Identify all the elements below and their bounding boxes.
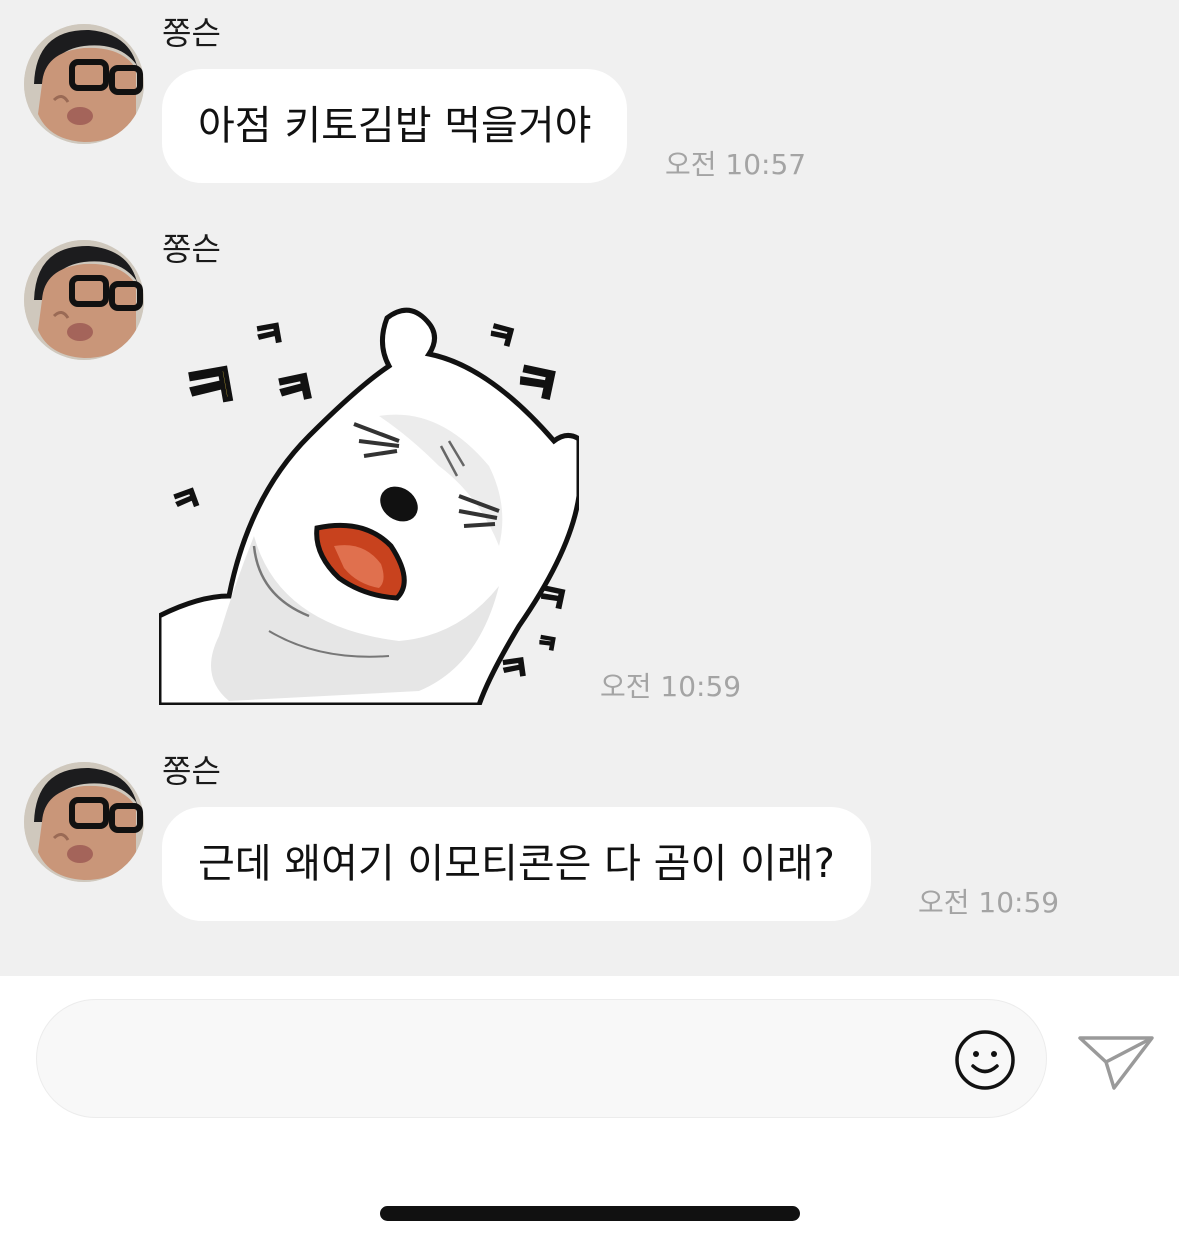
avatar-photo	[24, 240, 144, 360]
avatar-photo	[24, 24, 144, 144]
message-time: 오전 10:57	[665, 148, 807, 181]
bear-sticker[interactable]: ㅋ ㅋ ㅋ ㅋ ㅋ ㅋ ㅋ ㅋ ㅋ	[159, 296, 579, 705]
message-time: 오전 10:59	[600, 670, 742, 703]
paper-plane-icon[interactable]	[1076, 1028, 1156, 1092]
avatar[interactable]	[24, 762, 144, 882]
message-bubble[interactable]: 근데 왜여기 이모티콘은 다 곰이 이래?	[162, 807, 871, 921]
home-indicator[interactable]	[380, 1206, 800, 1221]
sticker-text-ㅋ: ㅋ	[496, 647, 532, 691]
chat-area[interactable]: 쫑슨 아점 키토김밥 먹을거야 오전 10:57 쫑슨 ㅋ ㅋ ㅋ ㅋ ㅋ ㅋ …	[0, 0, 1179, 976]
smiley-icon[interactable]	[954, 1029, 1016, 1091]
avatar[interactable]	[24, 24, 144, 144]
message-bubble[interactable]: 아점 키토김밥 먹을거야	[162, 69, 628, 183]
message-composer	[36, 999, 1047, 1118]
message-time: 오전 10:59	[918, 886, 1060, 919]
avatar[interactable]	[24, 240, 144, 360]
sender-name: 쫑슨	[162, 752, 221, 790]
sender-name: 쫑슨	[162, 230, 221, 268]
message-input[interactable]	[77, 1030, 937, 1088]
sender-name: 쫑슨	[162, 14, 221, 52]
avatar-photo	[24, 762, 144, 882]
